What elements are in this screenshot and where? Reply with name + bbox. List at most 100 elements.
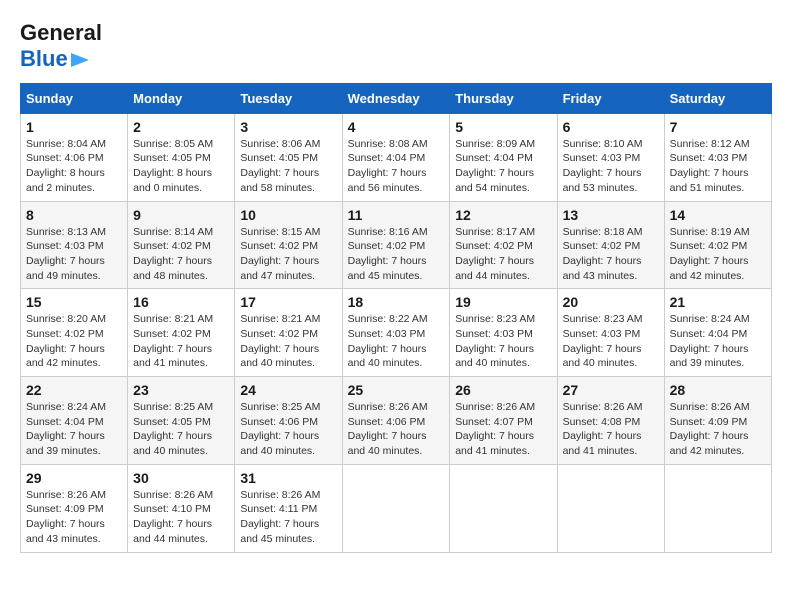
day-number: 14 (670, 207, 766, 223)
calendar-cell: 14 Sunrise: 8:19 AM Sunset: 4:02 PM Dayl… (664, 201, 771, 289)
sunset-text: Sunset: 4:04 PM (26, 416, 104, 428)
sunrise-text: Sunrise: 8:23 AM (455, 313, 535, 325)
sunrise-text: Sunrise: 8:26 AM (240, 489, 320, 501)
daylight-text: Daylight: 7 hours and 41 minutes. (455, 430, 534, 457)
sunset-text: Sunset: 4:05 PM (240, 152, 318, 164)
sunrise-text: Sunrise: 8:15 AM (240, 226, 320, 238)
calendar-cell: 31 Sunrise: 8:26 AM Sunset: 4:11 PM Dayl… (235, 464, 342, 552)
daylight-text: Daylight: 7 hours and 45 minutes. (348, 255, 427, 282)
sunrise-text: Sunrise: 8:13 AM (26, 226, 106, 238)
day-number: 16 (133, 294, 229, 310)
day-number: 8 (26, 207, 122, 223)
calendar-cell: 11 Sunrise: 8:16 AM Sunset: 4:02 PM Dayl… (342, 201, 450, 289)
day-number: 28 (670, 382, 766, 398)
day-info: Sunrise: 8:26 AM Sunset: 4:09 PM Dayligh… (26, 488, 122, 547)
day-info: Sunrise: 8:08 AM Sunset: 4:04 PM Dayligh… (348, 137, 445, 196)
calendar-cell: 10 Sunrise: 8:15 AM Sunset: 4:02 PM Dayl… (235, 201, 342, 289)
day-info: Sunrise: 8:12 AM Sunset: 4:03 PM Dayligh… (670, 137, 766, 196)
day-number: 6 (563, 119, 659, 135)
daylight-text: Daylight: 7 hours and 51 minutes. (670, 167, 749, 194)
sunrise-text: Sunrise: 8:20 AM (26, 313, 106, 325)
sunset-text: Sunset: 4:03 PM (563, 152, 641, 164)
sunrise-text: Sunrise: 8:26 AM (26, 489, 106, 501)
sunrise-text: Sunrise: 8:24 AM (670, 313, 750, 325)
sunset-text: Sunset: 4:02 PM (133, 328, 211, 340)
sunset-text: Sunset: 4:02 PM (240, 240, 318, 252)
sunrise-text: Sunrise: 8:21 AM (133, 313, 213, 325)
day-info: Sunrise: 8:17 AM Sunset: 4:02 PM Dayligh… (455, 225, 551, 284)
day-info: Sunrise: 8:21 AM Sunset: 4:02 PM Dayligh… (133, 312, 229, 371)
sunset-text: Sunset: 4:06 PM (348, 416, 426, 428)
calendar-cell: 19 Sunrise: 8:23 AM Sunset: 4:03 PM Dayl… (450, 289, 557, 377)
day-info: Sunrise: 8:26 AM Sunset: 4:07 PM Dayligh… (455, 400, 551, 459)
daylight-text: Daylight: 7 hours and 54 minutes. (455, 167, 534, 194)
sunset-text: Sunset: 4:03 PM (455, 328, 533, 340)
calendar-cell: 16 Sunrise: 8:21 AM Sunset: 4:02 PM Dayl… (128, 289, 235, 377)
daylight-text: Daylight: 7 hours and 56 minutes. (348, 167, 427, 194)
daylight-text: Daylight: 7 hours and 40 minutes. (133, 430, 212, 457)
day-info: Sunrise: 8:18 AM Sunset: 4:02 PM Dayligh… (563, 225, 659, 284)
sunset-text: Sunset: 4:03 PM (563, 328, 641, 340)
calendar-cell: 1 Sunrise: 8:04 AM Sunset: 4:06 PM Dayli… (21, 113, 128, 201)
daylight-text: Daylight: 7 hours and 45 minutes. (240, 518, 319, 545)
sunrise-text: Sunrise: 8:06 AM (240, 138, 320, 150)
sunrise-text: Sunrise: 8:21 AM (240, 313, 320, 325)
day-number: 29 (26, 470, 122, 486)
calendar-week-row: 22 Sunrise: 8:24 AM Sunset: 4:04 PM Dayl… (21, 377, 772, 465)
day-info: Sunrise: 8:26 AM Sunset: 4:08 PM Dayligh… (563, 400, 659, 459)
sunrise-text: Sunrise: 8:26 AM (455, 401, 535, 413)
day-number: 10 (240, 207, 336, 223)
day-info: Sunrise: 8:26 AM Sunset: 4:10 PM Dayligh… (133, 488, 229, 547)
day-number: 15 (26, 294, 122, 310)
logo-arrow-icon (71, 53, 89, 67)
calendar-cell: 27 Sunrise: 8:26 AM Sunset: 4:08 PM Dayl… (557, 377, 664, 465)
sunset-text: Sunset: 4:04 PM (455, 152, 533, 164)
sunrise-text: Sunrise: 8:04 AM (26, 138, 106, 150)
calendar-table: SundayMondayTuesdayWednesdayThursdayFrid… (20, 83, 772, 553)
day-info: Sunrise: 8:25 AM Sunset: 4:06 PM Dayligh… (240, 400, 336, 459)
sunrise-text: Sunrise: 8:14 AM (133, 226, 213, 238)
sunset-text: Sunset: 4:06 PM (26, 152, 104, 164)
logo-text: General Blue (20, 20, 102, 73)
calendar-header-row: SundayMondayTuesdayWednesdayThursdayFrid… (21, 83, 772, 113)
day-number: 9 (133, 207, 229, 223)
sunset-text: Sunset: 4:02 PM (455, 240, 533, 252)
daylight-text: Daylight: 7 hours and 53 minutes. (563, 167, 642, 194)
day-number: 5 (455, 119, 551, 135)
day-info: Sunrise: 8:26 AM Sunset: 4:09 PM Dayligh… (670, 400, 766, 459)
sunrise-text: Sunrise: 8:12 AM (670, 138, 750, 150)
sunset-text: Sunset: 4:09 PM (26, 503, 104, 515)
daylight-text: Daylight: 7 hours and 43 minutes. (563, 255, 642, 282)
day-info: Sunrise: 8:10 AM Sunset: 4:03 PM Dayligh… (563, 137, 659, 196)
day-info: Sunrise: 8:05 AM Sunset: 4:05 PM Dayligh… (133, 137, 229, 196)
day-info: Sunrise: 8:16 AM Sunset: 4:02 PM Dayligh… (348, 225, 445, 284)
sunset-text: Sunset: 4:02 PM (133, 240, 211, 252)
calendar-cell: 6 Sunrise: 8:10 AM Sunset: 4:03 PM Dayli… (557, 113, 664, 201)
daylight-text: Daylight: 7 hours and 49 minutes. (26, 255, 105, 282)
daylight-text: Daylight: 7 hours and 42 minutes. (26, 343, 105, 370)
calendar-cell: 24 Sunrise: 8:25 AM Sunset: 4:06 PM Dayl… (235, 377, 342, 465)
day-number: 23 (133, 382, 229, 398)
daylight-text: Daylight: 7 hours and 39 minutes. (670, 343, 749, 370)
sunrise-text: Sunrise: 8:10 AM (563, 138, 643, 150)
daylight-text: Daylight: 8 hours and 2 minutes. (26, 167, 105, 194)
header-thursday: Thursday (450, 83, 557, 113)
day-number: 31 (240, 470, 336, 486)
day-info: Sunrise: 8:23 AM Sunset: 4:03 PM Dayligh… (563, 312, 659, 371)
calendar-cell (342, 464, 450, 552)
day-number: 25 (348, 382, 445, 398)
day-number: 18 (348, 294, 445, 310)
day-info: Sunrise: 8:09 AM Sunset: 4:04 PM Dayligh… (455, 137, 551, 196)
calendar-cell (557, 464, 664, 552)
header-monday: Monday (128, 83, 235, 113)
daylight-text: Daylight: 7 hours and 40 minutes. (563, 343, 642, 370)
calendar-cell: 8 Sunrise: 8:13 AM Sunset: 4:03 PM Dayli… (21, 201, 128, 289)
day-number: 26 (455, 382, 551, 398)
calendar-cell: 26 Sunrise: 8:26 AM Sunset: 4:07 PM Dayl… (450, 377, 557, 465)
calendar-cell: 28 Sunrise: 8:26 AM Sunset: 4:09 PM Dayl… (664, 377, 771, 465)
sunrise-text: Sunrise: 8:26 AM (348, 401, 428, 413)
day-info: Sunrise: 8:13 AM Sunset: 4:03 PM Dayligh… (26, 225, 122, 284)
day-info: Sunrise: 8:20 AM Sunset: 4:02 PM Dayligh… (26, 312, 122, 371)
logo: General Blue (20, 20, 102, 73)
sunrise-text: Sunrise: 8:19 AM (670, 226, 750, 238)
